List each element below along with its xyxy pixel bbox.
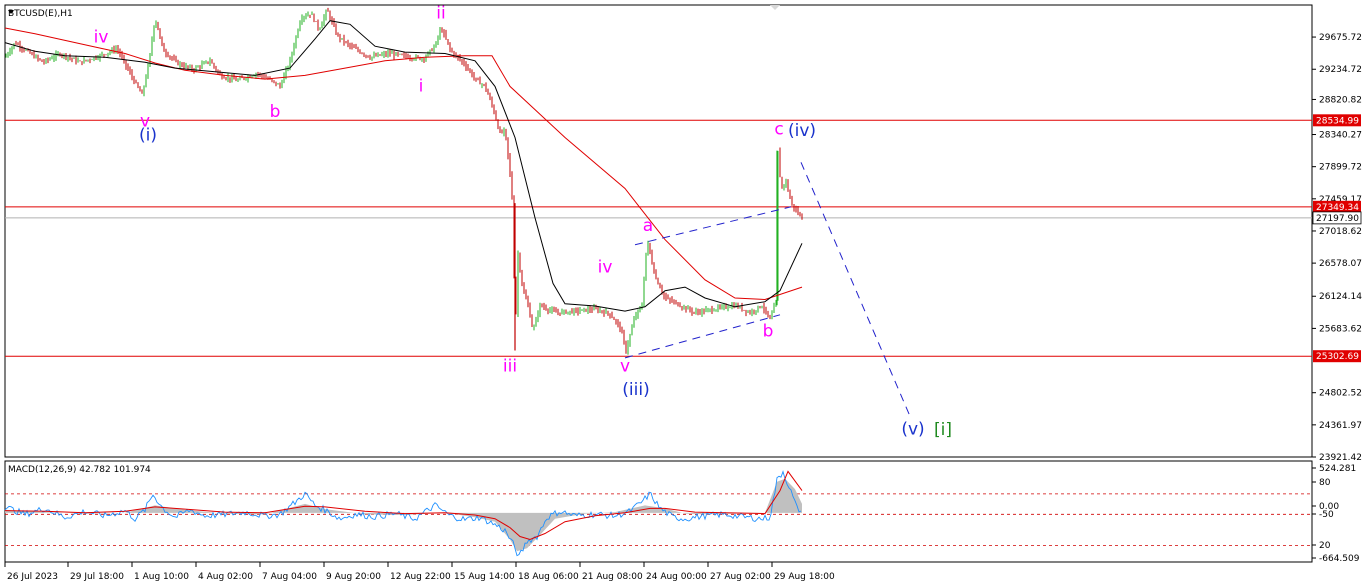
wave-label: [i]	[934, 420, 952, 440]
wave-label: (iii)	[622, 380, 649, 400]
wave-label: ii	[436, 4, 445, 24]
time-tick-label: 29 Aug 18:00	[774, 572, 835, 582]
price-tick-label: 29675.72	[1319, 33, 1362, 43]
price-tick-label: 24802.52	[1319, 389, 1362, 399]
time-tick-label: 27 Aug 02:00	[710, 572, 771, 582]
time-tick-label: 1 Aug 10:00	[134, 572, 189, 582]
wave-label: i	[419, 76, 424, 96]
macd-tick-label: -50	[1319, 510, 1334, 520]
macd-tick-label: 524.281	[1319, 464, 1356, 474]
macd-tick-label: -664.509	[1319, 554, 1360, 564]
price-tick-label: 23921.42	[1319, 453, 1362, 463]
wave-label: (iv)	[788, 121, 816, 141]
current-price-tag-label: 27197.90	[1316, 214, 1359, 224]
price-tick-label: 27899.72	[1319, 163, 1362, 173]
wave-label: iv	[94, 28, 109, 48]
time-tick-label: 29 Jul 18:00	[70, 572, 124, 582]
wave-label: b	[270, 102, 281, 122]
macd-title: MACD(12,26,9) 42.782 101.974	[8, 465, 151, 475]
price-tick-label: 29234.72	[1319, 65, 1362, 75]
time-tick-label: 18 Aug 06:00	[518, 572, 579, 582]
price-tick-label: 26124.14	[1319, 292, 1362, 302]
time-tick-label: 7 Aug 04:00	[262, 572, 317, 582]
price-tick-label: 28340.27	[1319, 131, 1362, 141]
time-axis: 26 Jul 2023 29 Jul 18:00 1 Aug 10:00 4 Aug …	[4, 562, 835, 582]
price-level-tag-label: 25302.69	[1316, 352, 1359, 362]
price-tick-label: 26578.07	[1319, 259, 1362, 269]
price-tick-label: 24361.97	[1319, 421, 1362, 431]
price-level-tag-label: 28534.99	[1316, 116, 1359, 126]
symbol-title: BTCUSD(E),H1	[8, 9, 73, 19]
wave-label: a	[643, 216, 653, 236]
chart-canvas: 29675.72 29234.72 28820.82 28340.27 27899.72…	[4, 4, 1362, 582]
price-axis: 29675.72 29234.72 28820.82 28340.27 27899.72…	[1312, 33, 1362, 463]
time-tick-label: 9 Aug 20:00	[326, 572, 381, 582]
time-tick-label: 21 Aug 08:00	[582, 572, 643, 582]
time-tick-label: 12 Aug 22:00	[390, 572, 451, 582]
price-tick-label: 28820.82	[1319, 95, 1362, 105]
wave-label: b	[763, 322, 774, 342]
time-tick-label: 4 Aug 02:00	[198, 572, 253, 582]
macd-axis: 524.281800.00-5020-664.509	[1312, 464, 1360, 564]
time-tick-label: 24 Aug 00:00	[646, 572, 707, 582]
time-tick-label: 26 Jul 2023	[7, 572, 58, 582]
price-tick-label: 27018.62	[1319, 227, 1362, 237]
wave-label: (i)	[139, 125, 157, 145]
wave-label: c	[774, 120, 783, 140]
macd-tick-label: 20	[1319, 541, 1331, 551]
price-tick-label: 25683.62	[1319, 324, 1362, 334]
wave-label: (v)	[901, 419, 924, 439]
price-level-tag-label: 27349.34	[1316, 203, 1359, 213]
wave-label: iii	[503, 357, 517, 377]
wave-label: v	[620, 357, 630, 377]
macd-tick-label: 80	[1319, 478, 1331, 488]
time-tick-label: 15 Aug 14:00	[454, 572, 515, 582]
wave-label: iv	[598, 257, 613, 277]
